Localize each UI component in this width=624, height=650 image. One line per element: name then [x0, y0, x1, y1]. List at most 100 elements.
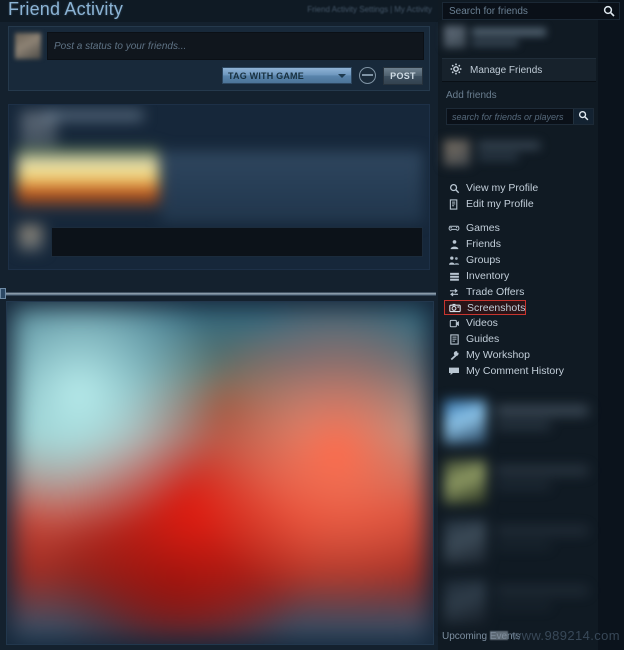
composer-controls: TAG WITH GAME POST: [222, 66, 423, 85]
sidebar-item-label: Trade Offers: [466, 286, 525, 298]
list-item[interactable]: [444, 456, 616, 512]
inventory-icon: [448, 270, 460, 282]
document-edit-icon: [448, 198, 460, 210]
self-status: [472, 40, 518, 46]
tag-with-game-dropdown[interactable]: TAG WITH GAME: [222, 67, 352, 84]
search-icon: [578, 110, 589, 124]
avatar: [444, 400, 486, 444]
list-item[interactable]: [444, 396, 616, 452]
page-title: Friend Activity: [8, 0, 124, 19]
upcoming-events-label[interactable]: Upcoming Events: [442, 631, 520, 642]
avatar: [444, 26, 466, 48]
friend-status: [496, 482, 550, 489]
post-button[interactable]: POST: [383, 66, 423, 85]
sidebar-item-inventory[interactable]: Inventory: [438, 268, 598, 284]
sidebar-item-label: Edit my Profile: [466, 198, 534, 210]
feed-divider: [2, 292, 436, 296]
status-composer: TAG WITH GAME POST: [8, 26, 430, 91]
sidebar-item-label: Groups: [466, 254, 501, 266]
sidebar-item-edit-my-profile[interactable]: Edit my Profile: [438, 196, 598, 212]
profile-name: [478, 142, 540, 149]
feed-post-comment-box[interactable]: [51, 227, 423, 257]
sidebar-friend-list-blurred: [438, 392, 624, 628]
manage-friends-label: Manage Friends: [470, 64, 543, 76]
sidebar-item-label: Games: [466, 222, 500, 234]
header-link-separator: |: [390, 5, 393, 14]
sidebar-self-identity-blurred: [442, 24, 596, 52]
sidebar-item-screenshots[interactable]: Screenshots: [444, 300, 526, 315]
emoticon-icon[interactable]: [359, 67, 376, 84]
camera-icon: [449, 302, 461, 314]
friend-status: [496, 602, 550, 609]
sidebar-item-guides[interactable]: Guides: [438, 331, 598, 347]
post-button-label: POST: [390, 70, 416, 81]
my-activity-link[interactable]: My Activity: [394, 5, 432, 14]
feed-post-subtitle: [43, 127, 109, 134]
sidebar-item-label: View my Profile: [466, 182, 539, 194]
guide-icon: [448, 333, 460, 345]
manage-friends-button[interactable]: Manage Friends: [442, 58, 596, 82]
header-links: Friend Activity Settings | My Activity: [307, 5, 432, 14]
sidebar-item-friends[interactable]: Friends: [438, 236, 598, 252]
sidebar-item-trade-offers[interactable]: Trade Offers: [438, 284, 598, 300]
video-icon: [448, 317, 460, 329]
group-icon: [448, 254, 460, 266]
friend-status: [496, 542, 550, 549]
sidebar-item-label: Friends: [466, 238, 502, 250]
friend-name: [496, 586, 588, 595]
sidebar-item-my-workshop[interactable]: My Workshop: [438, 347, 598, 363]
sidebar-item-groups[interactable]: Groups: [438, 252, 598, 268]
person-icon: [448, 238, 460, 250]
friend-activity-settings-link[interactable]: Friend Activity Settings: [307, 5, 388, 14]
friend-name: [496, 466, 588, 475]
list-item[interactable]: [444, 576, 616, 628]
screenshot-image-blurred[interactable]: [13, 308, 427, 638]
add-friends-search-button[interactable]: [573, 109, 593, 124]
avatar: [444, 460, 486, 504]
avatar: [444, 520, 486, 564]
sidebar-profile-links: View my Profile Edit my Profile: [438, 180, 598, 212]
sidebar-item-videos[interactable]: Videos: [438, 315, 598, 331]
sidebar-item-my-comment-history[interactable]: My Comment History: [438, 363, 598, 379]
self-username: [472, 28, 546, 36]
controller-icon: [448, 222, 460, 234]
add-friends-input[interactable]: [447, 109, 580, 126]
main-content-column: Friend Activity Friend Activity Settings…: [0, 0, 438, 650]
wrench-icon: [448, 349, 460, 361]
feed-post-comment-avatar: [19, 225, 43, 251]
comment-icon: [448, 365, 460, 377]
sidebar-item-view-my-profile[interactable]: View my Profile: [438, 180, 598, 196]
sidebar-item-label: Screenshots: [467, 301, 526, 314]
profile-subtitle: [478, 154, 518, 160]
magnifier-icon: [448, 182, 460, 194]
feed-post-blurred: [8, 104, 430, 270]
tag-with-game-label: TAG WITH GAME: [228, 70, 304, 81]
sidebar-item-label: My Workshop: [466, 349, 530, 361]
sidebar-profile-card-blurred: [444, 138, 594, 174]
friend-search-input[interactable]: [443, 3, 609, 21]
friend-search-container: [442, 2, 620, 21]
sidebar-item-label: Videos: [466, 317, 498, 329]
sidebar-item-label: Guides: [466, 333, 500, 345]
search-icon[interactable]: [603, 5, 615, 17]
chevron-down-icon: [338, 73, 346, 78]
status-input[interactable]: [47, 32, 424, 60]
sidebar-item-games[interactable]: Games: [438, 220, 598, 236]
page-header: Friend Activity Friend Activity Settings…: [0, 0, 438, 22]
avatar: [444, 140, 470, 166]
trade-icon: [448, 286, 460, 298]
watermark-text: www.989214.com: [511, 628, 620, 643]
sidebar-item-label: Inventory: [466, 270, 510, 282]
right-sidebar: Manage Friends Add friends: [438, 0, 624, 650]
screenshot-frame: [6, 301, 434, 645]
feed-divider-knob: [0, 288, 6, 299]
sidebar-item-label: My Comment History: [466, 365, 565, 377]
list-item[interactable]: [444, 516, 616, 572]
feed-post-body: [161, 151, 423, 223]
friend-status: [496, 422, 550, 429]
gear-icon: [450, 63, 462, 78]
feed-post-game-image: [17, 147, 159, 209]
composer-avatar: [15, 33, 41, 59]
friend-name: [496, 526, 588, 535]
feed-post-username: [43, 111, 143, 120]
